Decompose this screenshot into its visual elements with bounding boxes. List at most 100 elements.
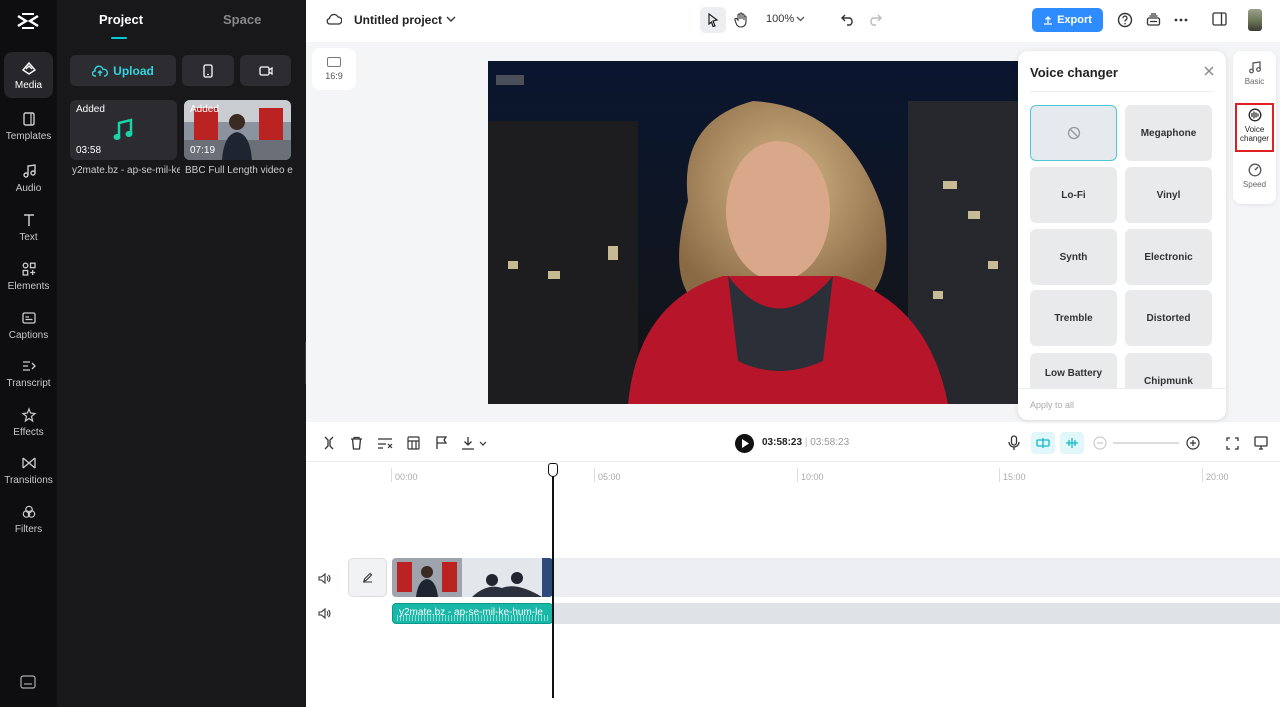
edit-cover-button[interactable] <box>348 558 387 597</box>
right-rail-basic[interactable]: Basic <box>1233 60 1276 86</box>
ruler-tick: 20:00 <box>1202 468 1229 482</box>
divider <box>1030 91 1214 92</box>
record-button[interactable] <box>240 55 291 86</box>
export-label: Export <box>1057 14 1092 26</box>
sidebar-item-label: Filters <box>14 523 43 535</box>
undo-icon[interactable] <box>841 13 855 26</box>
marker-flag-icon[interactable] <box>435 436 447 450</box>
ruler-tick: 05:00 <box>594 468 621 482</box>
split-icon[interactable] <box>323 436 335 450</box>
pencil-icon <box>363 572 373 583</box>
media-panel: Project Space Upload Added 03:58 y2mate.… <box>57 0 306 707</box>
sidebar-item-transcript[interactable]: Transcript <box>4 350 53 396</box>
video-preview[interactable] <box>488 61 1023 404</box>
zoom-in-icon[interactable] <box>1186 436 1200 450</box>
voice-option-synth[interactable]: Synth <box>1030 229 1117 285</box>
voice-option-distorted[interactable]: Distorted <box>1125 290 1212 346</box>
phone-upload-button[interactable] <box>182 55 234 86</box>
effects-icon <box>20 406 37 422</box>
media-caption: y2mate.bz - ap-se-mil-ke-hum-le <box>72 165 180 176</box>
freeze-icon[interactable] <box>407 436 420 450</box>
microphone-icon[interactable] <box>1008 435 1020 451</box>
voice-option-none[interactable] <box>1030 105 1117 161</box>
music-note-icon <box>113 118 133 140</box>
hand-tool-icon[interactable] <box>734 12 748 28</box>
chevron-down-icon[interactable] <box>446 16 456 23</box>
added-badge: Added <box>190 104 219 115</box>
playhead-handle[interactable] <box>548 463 558 477</box>
voice-option-vinyl[interactable]: Vinyl <box>1125 167 1212 223</box>
audio-track-bg <box>553 603 1280 624</box>
select-tool-button[interactable] <box>700 7 726 33</box>
aspect-ratio-button[interactable]: 16:9 <box>312 48 356 90</box>
help-icon[interactable] <box>1117 12 1133 28</box>
tab-project[interactable]: Project <box>99 12 143 27</box>
voice-option-megaphone[interactable]: Megaphone <box>1125 105 1212 161</box>
play-button[interactable] <box>735 434 754 453</box>
layout-panel-icon[interactable] <box>1212 12 1227 26</box>
current-time: 03:58:23 <box>762 437 803 448</box>
delete-icon[interactable] <box>350 436 363 450</box>
voice-option-electronic[interactable]: Electronic <box>1125 229 1212 285</box>
storage-icon[interactable] <box>1146 12 1161 27</box>
voice-option-tremble[interactable]: Tremble <box>1030 290 1117 346</box>
sidebar-item-templates[interactable]: Templates <box>4 103 53 149</box>
media-item-audio[interactable]: Added 03:58 <box>70 100 177 160</box>
timeline-ruler[interactable]: 00:00 05:00 10:00 15:00 20:00 <box>306 462 1280 486</box>
voice-option-low-battery[interactable]: Low Battery <box>1030 353 1117 388</box>
cloud-save-icon[interactable] <box>326 12 342 26</box>
right-rail-label: Basic <box>1244 77 1265 86</box>
apply-to-all-button[interactable]: Apply to all <box>1018 388 1226 420</box>
avatar[interactable] <box>1248 9 1262 31</box>
filters-icon <box>22 505 35 518</box>
zoom-level[interactable]: 100% <box>766 13 794 25</box>
auto-snap-button[interactable] <box>1031 432 1055 454</box>
sidebar-item-transitions[interactable]: Transitions <box>4 447 53 493</box>
upload-button[interactable]: Upload <box>70 55 176 86</box>
sidebar-item-captions[interactable]: Captions <box>4 302 53 348</box>
keyboard-shortcuts-icon[interactable] <box>20 675 36 689</box>
zoom-out-icon[interactable] <box>1093 436 1107 450</box>
right-rail-speed[interactable]: Speed <box>1233 163 1276 189</box>
link-track-button[interactable] <box>1060 432 1084 454</box>
download-icon[interactable] <box>461 436 475 450</box>
capcut-logo-icon <box>17 13 39 29</box>
media-item-video[interactable]: Added 07:19 <box>184 100 291 160</box>
sidebar-item-audio[interactable]: Audio <box>4 155 53 201</box>
video-frame <box>488 61 1023 404</box>
chevron-down-icon[interactable] <box>479 441 487 446</box>
sidebar-item-effects[interactable]: Effects <box>4 399 53 445</box>
voice-changer-title: Voice changer <box>1030 65 1118 80</box>
sidebar-item-elements[interactable]: Elements <box>4 253 53 299</box>
audio-waveform <box>397 615 548 621</box>
tab-space[interactable]: Space <box>223 12 261 27</box>
added-badge: Added <box>76 104 105 115</box>
sidebar-item-text[interactable]: Text <box>4 204 53 250</box>
fit-timeline-icon[interactable] <box>1226 437 1239 450</box>
ruler-tick: 15:00 <box>999 468 1026 482</box>
volume-icon[interactable] <box>318 608 331 619</box>
speed-icon <box>1248 163 1261 177</box>
chevron-down-icon[interactable] <box>796 16 805 22</box>
close-icon[interactable] <box>1204 66 1214 76</box>
voice-options-grid: Megaphone Lo-Fi Vinyl Synth Electronic T… <box>1030 105 1214 388</box>
caption-display-icon[interactable] <box>1254 436 1268 450</box>
voice-option-chipmunk[interactable]: Chipmunk <box>1125 353 1212 388</box>
project-title[interactable]: Untitled project <box>354 13 442 27</box>
volume-icon[interactable] <box>318 573 331 584</box>
video-clip[interactable] <box>392 558 553 597</box>
sidebar-item-label: Audio <box>15 182 42 194</box>
more-icon[interactable] <box>1174 18 1188 22</box>
play-icon <box>742 439 749 448</box>
speed-adjust-icon[interactable] <box>377 436 393 450</box>
playhead[interactable] <box>552 463 554 698</box>
redo-icon[interactable] <box>868 13 882 26</box>
sidebar-item-filters[interactable]: Filters <box>4 496 53 542</box>
audio-clip[interactable]: y2mate.bz - ap-se-mil-ke-hum-le <box>392 603 553 624</box>
transcript-icon <box>22 360 36 371</box>
aspect-ratio-label: 16:9 <box>325 71 343 81</box>
sidebar-item-media[interactable]: Media <box>4 52 53 98</box>
voice-option-lofi[interactable]: Lo-Fi <box>1030 167 1117 223</box>
export-button[interactable]: Export <box>1032 8 1103 32</box>
zoom-slider[interactable] <box>1113 442 1179 444</box>
